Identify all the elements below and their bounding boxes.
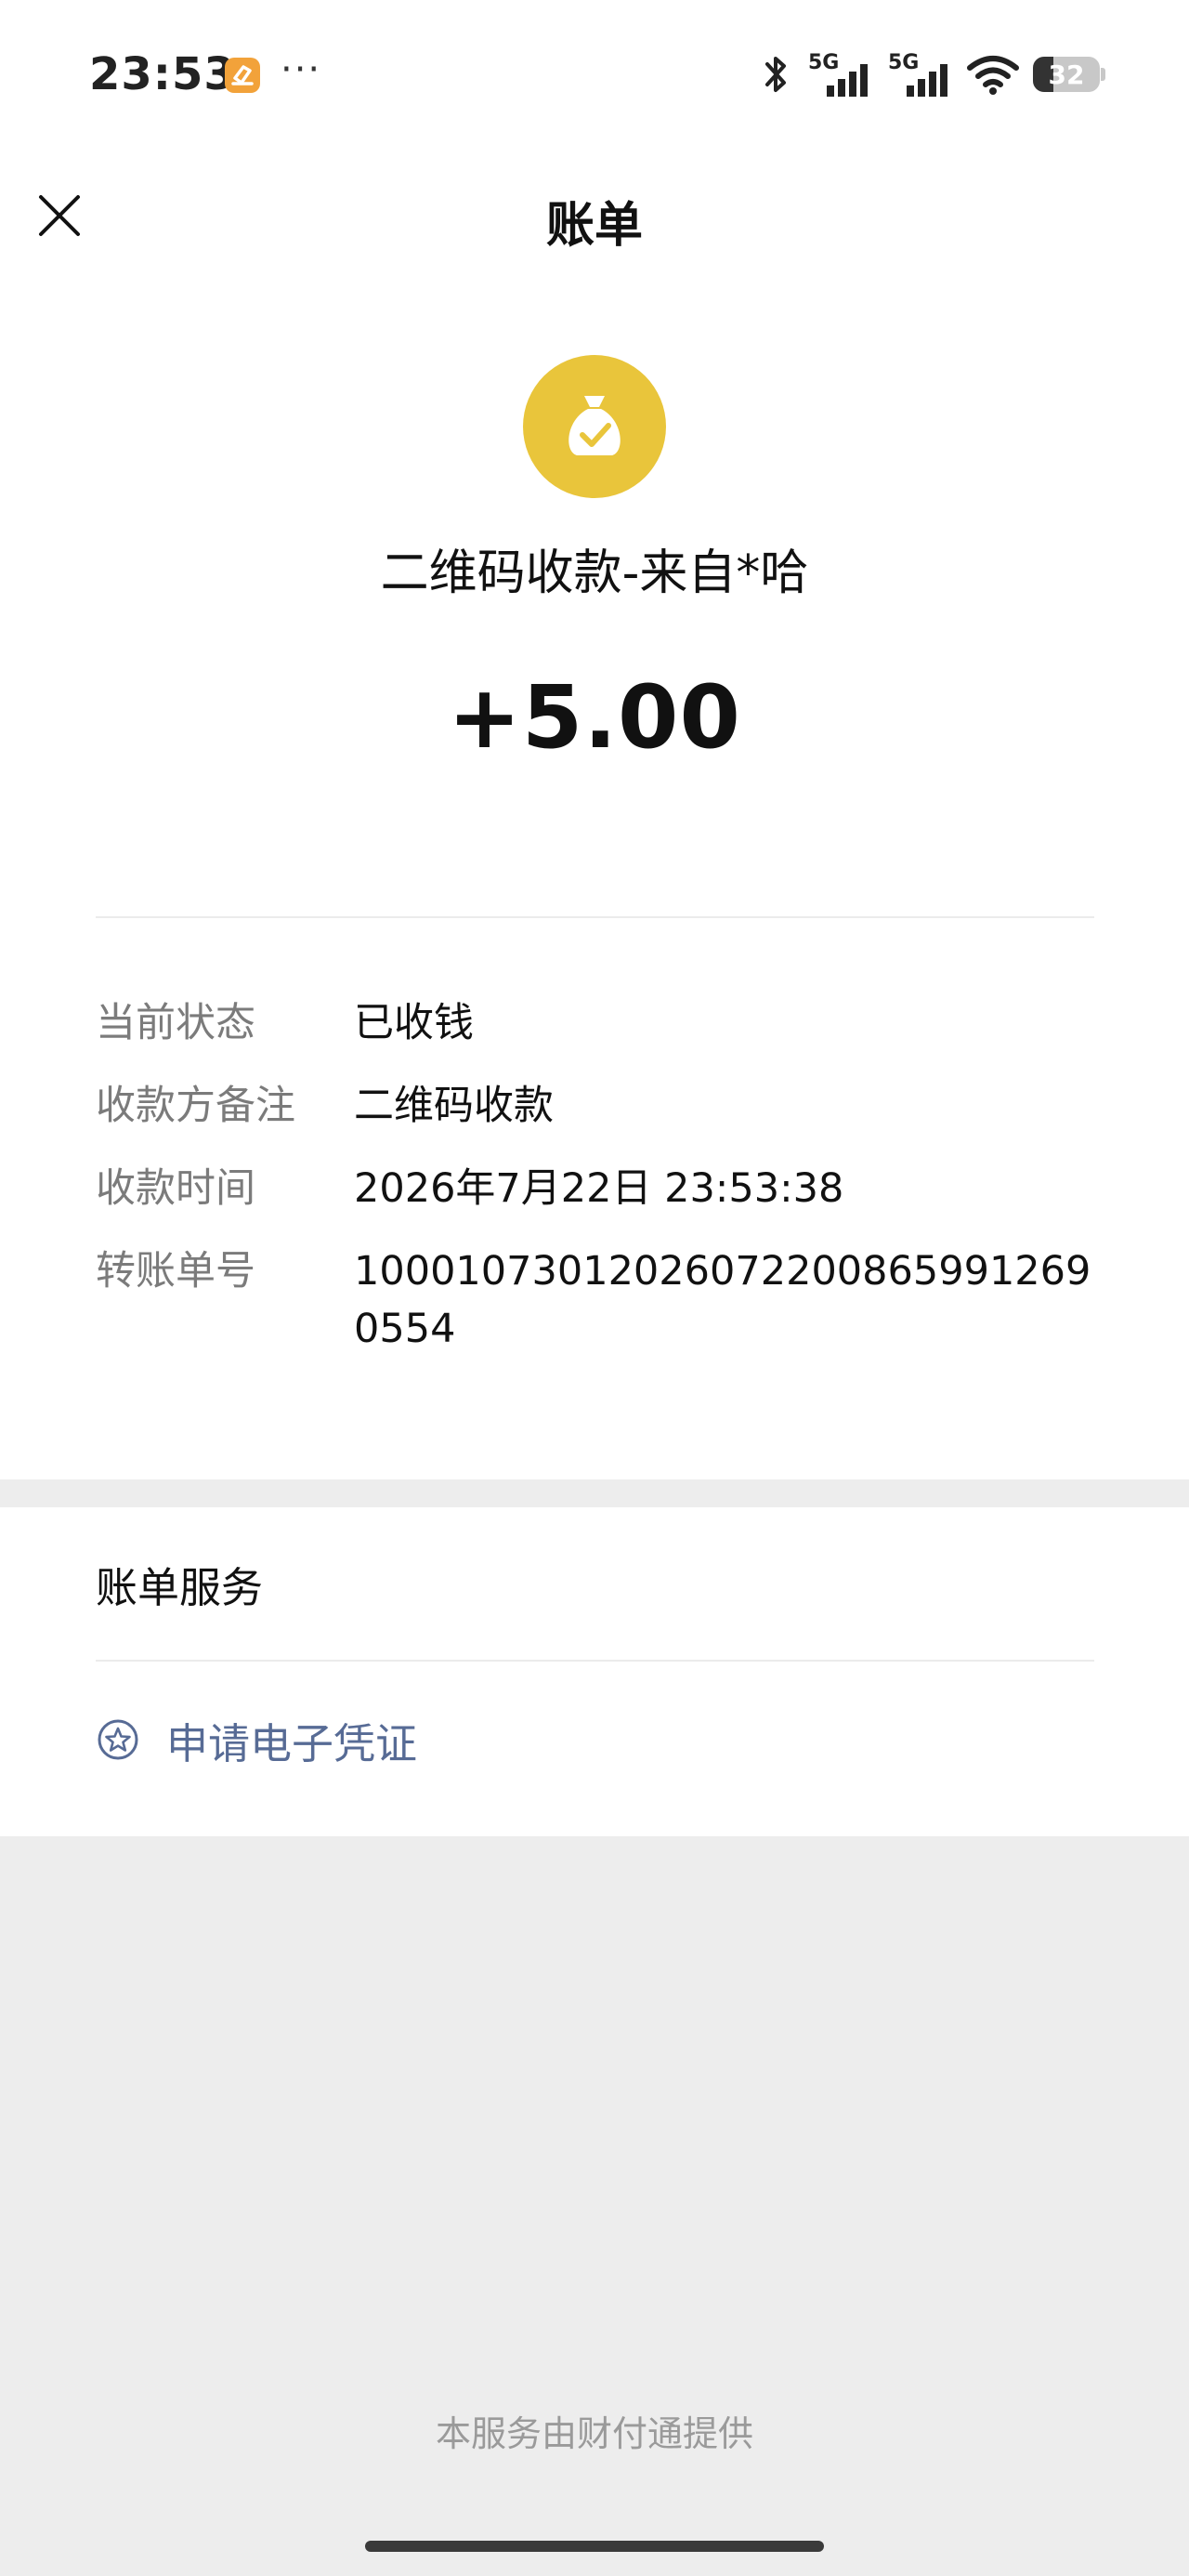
app-notification-icon xyxy=(225,58,260,93)
network-label-1: 5G xyxy=(808,51,839,74)
order-label: 转账单号 xyxy=(96,1248,255,1295)
transaction-title: 二维码收款-来自*哈 xyxy=(380,545,809,601)
signal-5g-icon-2: 5G xyxy=(888,51,947,97)
status-icons: 5G 5G 32 xyxy=(760,48,1105,100)
time-label: 收款时间 xyxy=(96,1165,255,1212)
status-label: 当前状态 xyxy=(96,1000,255,1046)
status-more-icon: ··· xyxy=(281,48,322,91)
transaction-amount: +5.00 xyxy=(448,667,741,769)
service-heading: 账单服务 xyxy=(96,1563,264,1612)
bill-services-section: 账单服务 申请电子凭证 xyxy=(0,1507,1189,1836)
battery-indicator: 32 xyxy=(1033,57,1105,92)
provider-note: 本服务由财付通提供 xyxy=(435,2413,753,2454)
battery-level: 32 xyxy=(1048,59,1085,90)
bluetooth-icon xyxy=(765,57,786,92)
signal-5g-icon: 5G xyxy=(808,51,868,97)
money-bag-icon xyxy=(523,355,666,498)
voucher-label: 申请电子凭证 xyxy=(166,1718,418,1768)
status-value: 已收钱 xyxy=(354,1000,474,1046)
remark-value: 二维码收款 xyxy=(354,1083,554,1129)
remark-label: 收款方备注 xyxy=(96,1083,295,1129)
divider xyxy=(96,916,1094,918)
home-indicator[interactable] xyxy=(365,2541,824,2552)
page-title: 账单 xyxy=(545,198,643,254)
section-gap xyxy=(0,1479,1189,1507)
star-badge-icon xyxy=(98,1719,138,1760)
status-time: 23:53 xyxy=(89,48,236,100)
order-number[interactable]: 100010730120260722008659912690554 xyxy=(354,1242,1097,1358)
status-bar: 23:53 ··· 5G 5G 32 xyxy=(0,0,1189,149)
network-label-2: 5G xyxy=(888,51,919,74)
wifi-icon xyxy=(967,56,1019,95)
divider xyxy=(96,1660,1094,1662)
time-value: 2026年7月22日 23:53:38 xyxy=(354,1165,844,1212)
apply-e-voucher-link[interactable]: 申请电子凭证 xyxy=(96,1693,417,1786)
nav-bar: 账单 xyxy=(0,158,1189,269)
